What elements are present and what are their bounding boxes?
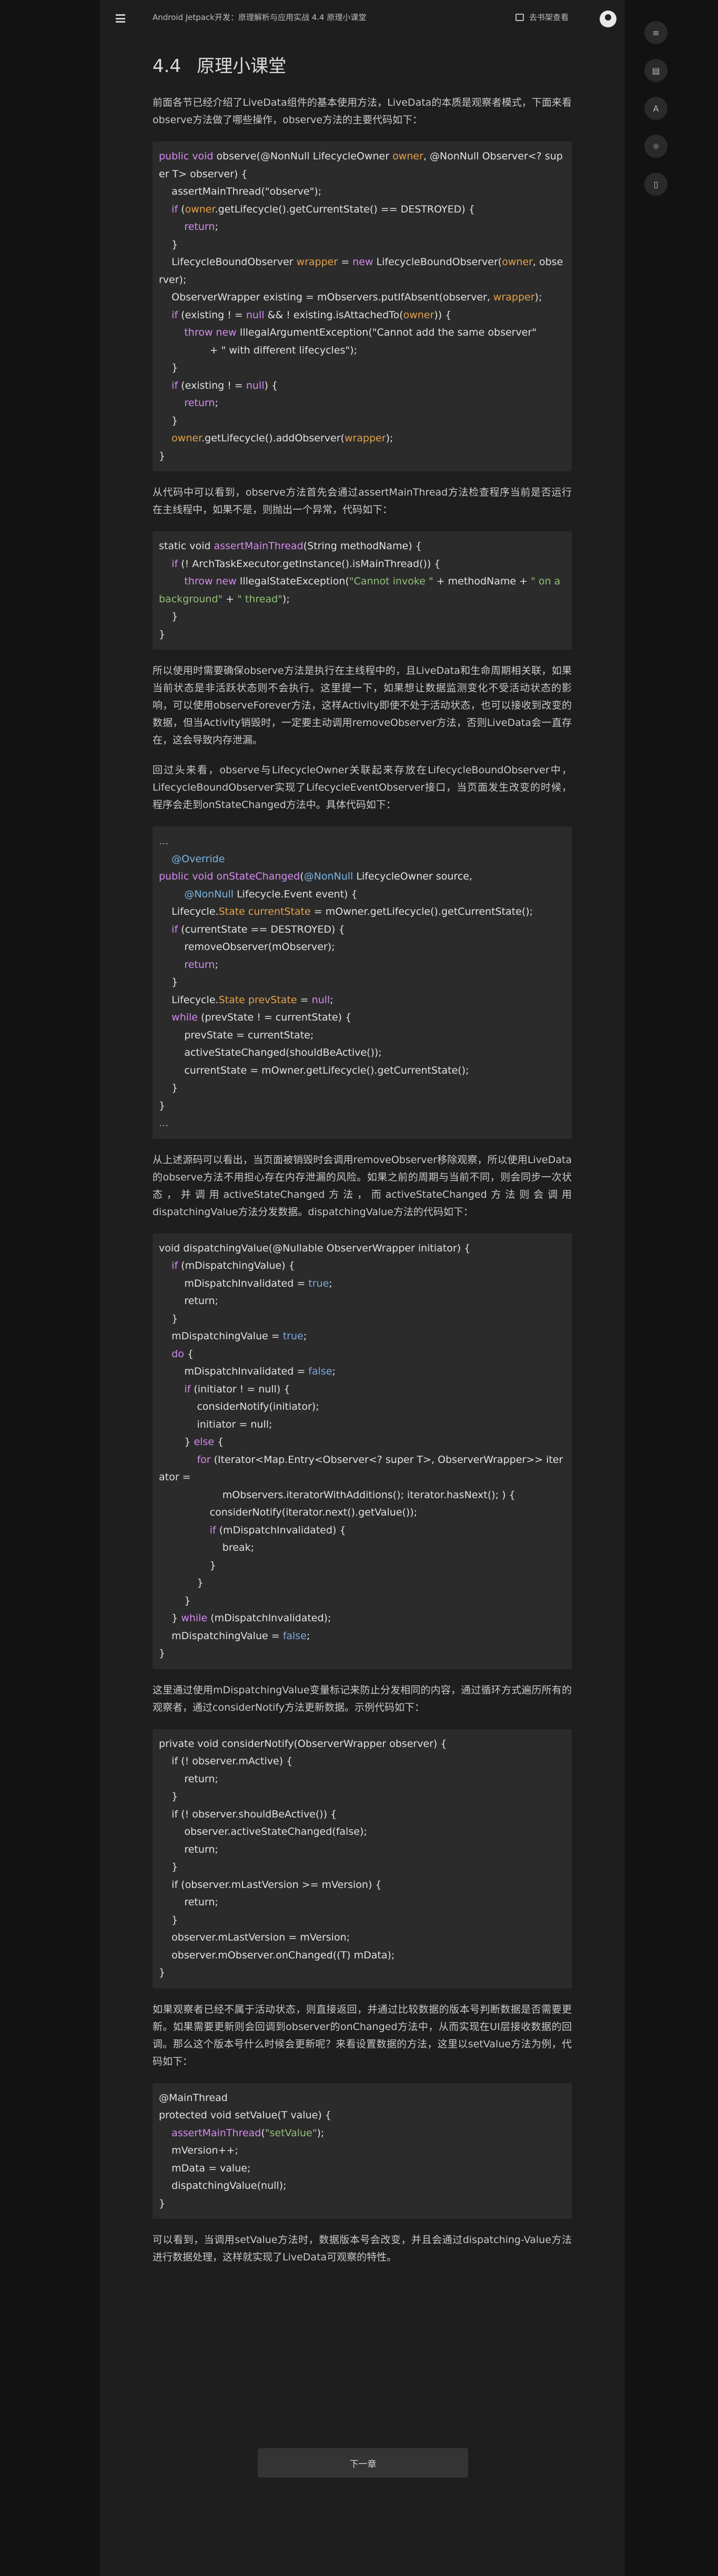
menu-icon[interactable]	[116, 14, 125, 23]
top-bar: Android Jetpack开发：原理解析与应用实战 4.4 原理小课堂 去书…	[100, 0, 625, 38]
chapter-title: Android Jetpack开发：原理解析与应用实战 4.4 原理小课堂	[153, 13, 367, 22]
paragraph: 可以看到，当调用setValue方法时，数据版本号会改变，并且会通过dispat…	[153, 2234, 572, 2263]
bookshelf-link[interactable]: 去书架查看	[515, 12, 569, 23]
bookshelf-label: 去书架查看	[529, 13, 569, 22]
list-icon[interactable]: ≡	[644, 21, 668, 44]
code-block-set-value: @MainThread protected void setValue(T va…	[153, 2083, 572, 2219]
section-number: 4.4	[153, 56, 181, 77]
code-block-observe: public void observe(@NonNull LifecycleOw…	[153, 142, 572, 471]
section-title: 原理小课堂	[197, 56, 287, 77]
font-icon[interactable]: A	[644, 97, 668, 120]
paragraph: 回过头来看，observe与LifecycleOwner关联起来存放在Lifec…	[153, 764, 572, 811]
avatar[interactable]	[600, 11, 616, 27]
section-heading: 4.4 原理小课堂	[153, 52, 572, 77]
code-block-consider-notify: private void considerNotify(ObserverWrap…	[153, 1729, 572, 1988]
side-toolbar: ≡ ▤ A ☼ ▯	[644, 21, 669, 210]
theme-icon[interactable]: ☼	[644, 135, 668, 158]
paragraph: 如果观察者已经不属于活动状态，则直接返回，并通过比较数据的版本号判断数据是否需要…	[153, 2003, 572, 2067]
code-block-assert-main-thread: static void assertMainThread(String meth…	[153, 531, 572, 650]
paragraph: 从代码中可以看到，observe方法首先会通过assertMainThread方…	[153, 487, 572, 516]
code-block-dispatching-value: void dispatchingValue(@Nullable Observer…	[153, 1233, 572, 1669]
paragraph: 这里通过使用mDispatchingValue变量标记来防止分发相同的内容，通过…	[153, 1684, 572, 1713]
paragraph: 前面各节已经介绍了LiveData组件的基本使用方法，LiveData的本质是观…	[153, 97, 572, 126]
next-chapter-button[interactable]: 下一章	[258, 2448, 468, 2478]
code-block-on-state-changed: ... @Override public void onStateChanged…	[153, 826, 572, 1139]
reader-content: 4.4 原理小课堂 前面各节已经介绍了LiveData组件的基本使用方法，Live…	[100, 38, 625, 2576]
paragraph: 所以使用时需要确保observe方法是执行在主线程中的，且LiveData和生命…	[153, 665, 572, 746]
phone-icon[interactable]: ▯	[644, 173, 668, 196]
comment-icon[interactable]: ▤	[644, 59, 668, 82]
paragraph: 从上述源码可以看出，当页面被销毁时会调用removeObserver移除观察，所…	[153, 1154, 572, 1218]
book-icon	[515, 13, 524, 21]
